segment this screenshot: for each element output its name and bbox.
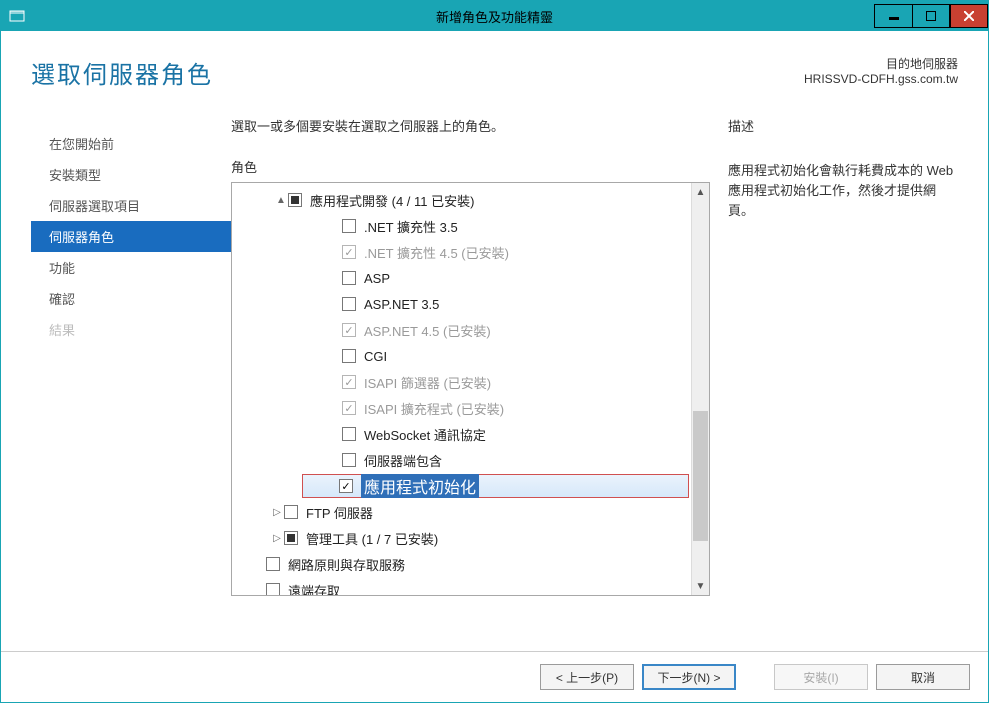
expander-icon[interactable]: ▷ [270, 533, 284, 544]
checkbox[interactable] [342, 453, 356, 467]
tree-item-label: FTP 伺服器 [306, 503, 373, 522]
checkbox [342, 245, 356, 259]
description-label: 描述 [728, 116, 958, 135]
checkbox [342, 323, 356, 337]
destination-server: HRISSVD-CDFH.gss.com.tw [804, 72, 958, 86]
checkbox[interactable] [342, 271, 356, 285]
tree-item[interactable]: ISAPI 篩選器 (已安裝) [232, 369, 691, 395]
tree-item-label: 應用程式開發 (4 / 11 已安裝) [310, 191, 474, 210]
expander-icon[interactable]: ▲ [274, 195, 288, 206]
checkbox [342, 375, 356, 389]
cancel-button[interactable]: 取消 [876, 664, 970, 690]
scroll-up-button[interactable]: ▲ [692, 183, 709, 201]
roles-pane: 選取一或多個要安裝在選取之伺服器上的角色。 角色 ▲ 應用程式開發 (4 / 11… [231, 116, 710, 641]
nav-step-3[interactable]: 伺服器角色 [31, 221, 231, 252]
tree-item[interactable]: ▲ 應用程式開發 (4 / 11 已安裝) [232, 187, 691, 213]
tree-item-label: CGI [364, 349, 387, 364]
checkbox [342, 401, 356, 415]
tree-item[interactable]: .NET 擴充性 4.5 (已安裝) [232, 239, 691, 265]
nav-step-5[interactable]: 確認 [31, 283, 231, 314]
scrollbar[interactable]: ▲ ▼ [691, 183, 709, 595]
nav-step-2[interactable]: 伺服器選取項目 [31, 190, 231, 221]
tree-item[interactable]: ASP.NET 4.5 (已安裝) [232, 317, 691, 343]
tree-item-label: ASP.NET 3.5 [364, 297, 439, 312]
tree-item[interactable]: ▷ 管理工具 (1 / 7 已安裝) [232, 525, 691, 551]
wizard-nav: 在您開始前安裝類型伺服器選取項目伺服器角色功能確認結果 [31, 116, 231, 641]
minimize-button[interactable] [874, 4, 912, 28]
destination-label: 目的地伺服器 [804, 55, 958, 72]
tree-item-label: 遠端存取 [288, 581, 340, 596]
checkbox[interactable] [288, 193, 302, 207]
next-button[interactable]: 下一步(N) > [642, 664, 736, 690]
page-title: 選取伺服器角色 [31, 55, 213, 90]
nav-step-1[interactable]: 安裝類型 [31, 159, 231, 190]
roles-label: 角色 [231, 157, 710, 176]
tree-item[interactable]: 網路原則與存取服務 [232, 551, 691, 577]
tree-item-label: 應用程式初始化 [361, 474, 479, 498]
tree-item[interactable]: 遠端存取 [232, 577, 691, 595]
description-text: 應用程式初始化會執行耗費成本的 Web 應用程式初始化工作，然後才提供網頁。 [728, 161, 958, 221]
tree-item[interactable]: WebSocket 通訊協定 [232, 421, 691, 447]
roles-tree: ▲ 應用程式開發 (4 / 11 已安裝) .NET 擴充性 3.5 .NET 擴充性… [231, 182, 710, 596]
close-button[interactable] [950, 4, 988, 28]
nav-step-0[interactable]: 在您開始前 [31, 128, 231, 159]
expander-icon[interactable]: ▷ [270, 507, 284, 518]
nav-step-4[interactable]: 功能 [31, 252, 231, 283]
tree-item-label: .NET 擴充性 3.5 [364, 217, 458, 236]
tree-item-label: 管理工具 (1 / 7 已安裝) [306, 529, 438, 548]
scroll-track[interactable] [692, 201, 709, 577]
checkbox[interactable] [342, 297, 356, 311]
tree-item[interactable]: 伺服器端包含 [232, 447, 691, 473]
tree-item-label: .NET 擴充性 4.5 (已安裝) [364, 243, 509, 262]
app-icon [7, 6, 27, 26]
tree-item[interactable]: .NET 擴充性 3.5 [232, 213, 691, 239]
checkbox[interactable] [342, 219, 356, 233]
wizard-window: 新增角色及功能精靈 選取伺服器角色 目的地伺服器 HRISSVD-CDFH.gs… [0, 0, 989, 703]
instruction-text: 選取一或多個要安裝在選取之伺服器上的角色。 [231, 116, 710, 135]
scroll-down-button[interactable]: ▼ [692, 577, 709, 595]
tree-item-selected[interactable]: 應用程式初始化 [302, 474, 689, 498]
window-controls [874, 5, 988, 28]
titlebar[interactable]: 新增角色及功能精靈 [1, 1, 988, 31]
tree-item[interactable]: ASP [232, 265, 691, 291]
checkbox[interactable] [339, 479, 353, 493]
tree-item-label: ISAPI 擴充程式 (已安裝) [364, 399, 504, 418]
scroll-thumb[interactable] [693, 411, 708, 541]
tree-item[interactable]: ASP.NET 3.5 [232, 291, 691, 317]
prev-button[interactable]: < 上一步(P) [540, 664, 634, 690]
tree-item[interactable]: ▷ FTP 伺服器 [232, 499, 691, 525]
nav-step-6: 結果 [31, 314, 231, 345]
tree-item-label: 網路原則與存取服務 [288, 555, 405, 574]
window-title: 新增角色及功能精靈 [1, 7, 988, 26]
install-button[interactable]: 安裝(I) [774, 664, 868, 690]
checkbox[interactable] [266, 583, 280, 595]
description-pane: 描述 應用程式初始化會執行耗費成本的 Web 應用程式初始化工作，然後才提供網頁… [728, 116, 958, 641]
maximize-button[interactable] [912, 4, 950, 28]
tree-item-label: WebSocket 通訊協定 [364, 425, 486, 444]
checkbox[interactable] [284, 531, 298, 545]
tree-item-label: ISAPI 篩選器 (已安裝) [364, 373, 491, 392]
tree-item[interactable]: ISAPI 擴充程式 (已安裝) [232, 395, 691, 421]
tree-item-label: 伺服器端包含 [364, 451, 442, 470]
checkbox[interactable] [266, 557, 280, 571]
footer-buttons: < 上一步(P) 下一步(N) > 安裝(I) 取消 [1, 651, 988, 702]
content-area: 選取伺服器角色 目的地伺服器 HRISSVD-CDFH.gss.com.tw 在… [1, 31, 988, 651]
checkbox[interactable] [284, 505, 298, 519]
tree-item-label: ASP.NET 4.5 (已安裝) [364, 321, 491, 340]
checkbox[interactable] [342, 349, 356, 363]
checkbox[interactable] [342, 427, 356, 441]
tree-item-label: ASP [364, 271, 390, 286]
destination-info: 目的地伺服器 HRISSVD-CDFH.gss.com.tw [804, 55, 958, 86]
tree-item[interactable]: CGI [232, 343, 691, 369]
